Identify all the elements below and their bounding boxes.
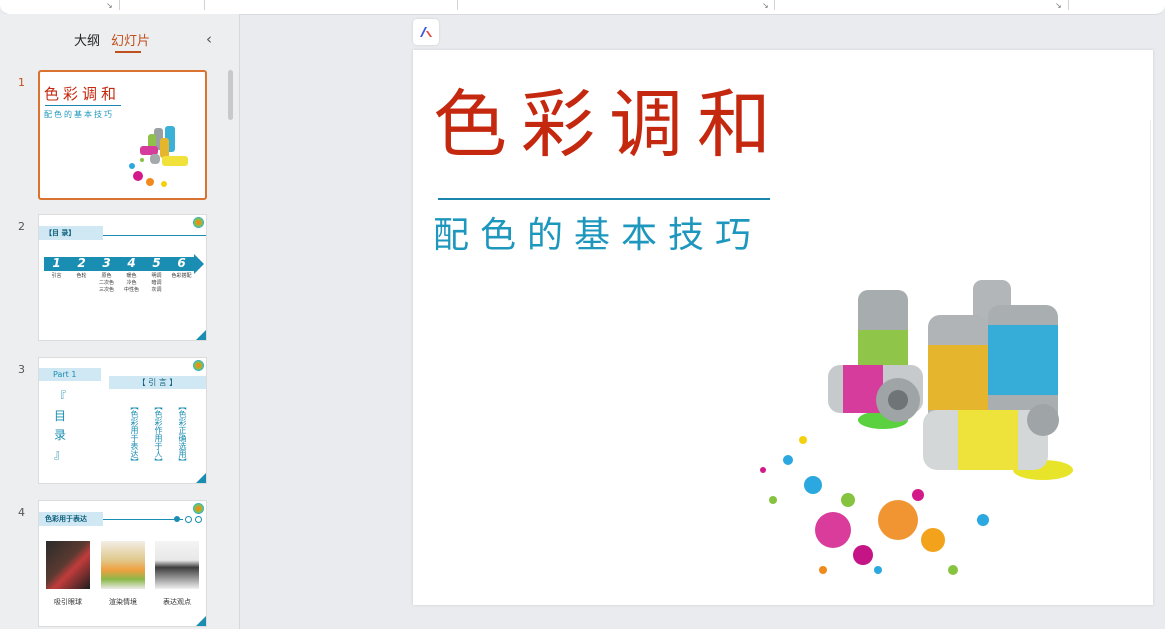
slide-number: 4	[18, 506, 25, 519]
thumb-corner-triangle	[196, 616, 206, 626]
thumb-corner-decor	[193, 360, 204, 371]
slide-title[interactable]: 色彩调和	[433, 88, 785, 162]
ribbon-divider	[1068, 0, 1069, 10]
thumb-corner-triangle	[196, 473, 206, 483]
slide-number: 3	[18, 363, 25, 376]
ribbon-divider	[204, 0, 205, 10]
ribbon-divider	[774, 0, 775, 10]
canvas-edge-line	[1150, 120, 1151, 480]
thumb-step: 1	[52, 256, 61, 270]
thumb-photo-1	[46, 541, 90, 589]
thumb-header: 色彩用于表达	[45, 515, 87, 523]
thumb-toc-vertical: 『 目 录 』	[53, 388, 67, 464]
slide-thumbnail-panel: 大纲 幻灯片 ‹ 1 色彩调和 配色的基本技巧 2 【目 录】 1 2 3 4 …	[0, 14, 240, 629]
thumb-part-label: Part 1	[39, 368, 101, 381]
thumb-dot	[174, 516, 180, 522]
thumb-corner-triangle	[196, 330, 206, 340]
thumb-step: 3	[102, 256, 111, 270]
thumb-photo-3	[155, 541, 199, 589]
thumb-toc-char: 』	[53, 447, 66, 461]
slide-number: 1	[18, 76, 25, 89]
thumb-header-line	[103, 235, 206, 236]
slide-thumbnail-2[interactable]: 【目 录】 1 2 3 4 5 6 引言 色轮 原色 二次色 三次色 暖色 冷色…	[38, 214, 207, 341]
thumb-rule	[45, 105, 121, 106]
thumb-dot	[195, 516, 202, 523]
thumb-step: 2	[77, 256, 86, 270]
thumb-subtitle: 配色的基本技巧	[44, 110, 114, 119]
thumb-column: 【色彩作用于人】	[154, 402, 163, 466]
slide-thumbnail-3[interactable]: Part 1 【 引 言 】 『 目 录 』 【色彩用于表达】 【色彩作用于人】…	[38, 357, 207, 484]
slide-canvas[interactable]: 色彩调和 配色的基本技巧	[413, 50, 1153, 605]
thumb-step-arrow-head	[194, 254, 204, 274]
thumb-step-label: 引言	[51, 273, 62, 279]
tab-outline[interactable]: 大纲	[74, 30, 100, 49]
thumb-caption: 吸引眼球	[54, 598, 82, 606]
dialog-launcher-icon[interactable]: ↘	[106, 1, 113, 10]
thumb-caption: 表达观点	[163, 598, 191, 606]
active-tab-indicator	[115, 51, 141, 53]
ribbon-bottom-edge: ↘ ↘ ↘	[0, 0, 1165, 15]
thumb-step-label: 暖色 冷色 中性色	[123, 273, 139, 293]
tab-slides[interactable]: 幻灯片	[111, 30, 150, 49]
thumb-caption: 渲染情境	[109, 598, 137, 606]
dialog-launcher-icon[interactable]: ↘	[1055, 1, 1062, 10]
thumb-step-label: 原色 二次色 三次色	[98, 273, 114, 293]
thumb-title: 色彩调和	[44, 85, 121, 103]
thumb-toc-char: 目	[53, 409, 66, 423]
thumb-header: 【目 录】	[45, 229, 76, 237]
spray-cans-image	[129, 126, 188, 187]
thumb-dot	[185, 516, 192, 523]
thumb-column: 【色彩用于表达】	[130, 402, 139, 466]
thumb-step-label: 色彩搭配	[171, 273, 192, 279]
collapse-panel-icon[interactable]: ‹	[206, 30, 212, 48]
panel-scrollbar[interactable]	[228, 70, 233, 120]
thumb-corner-decor	[193, 217, 204, 228]
thumb-toc-char: 『	[53, 390, 66, 404]
dialog-launcher-icon[interactable]: ↘	[762, 1, 769, 10]
thumb-step-labels: 引言 色轮 原色 二次色 三次色 暖色 冷色 中性色 明调 暗调 灰调 色彩搭配	[44, 273, 194, 294]
thumb-step: 6	[177, 256, 186, 270]
slide-subtitle[interactable]: 配色的基本技巧	[433, 218, 762, 254]
slide-thumbnail-4[interactable]: 色彩用于表达 吸引眼球 渲染情境 表达观点	[38, 500, 207, 627]
ribbon-divider	[457, 0, 458, 10]
spray-cans-image[interactable]	[743, 270, 1103, 590]
ai-logo-icon	[420, 27, 432, 37]
slide-thumbnail-1[interactable]: 色彩调和 配色的基本技巧	[38, 70, 207, 200]
thumb-header-line	[103, 519, 183, 520]
thumb-steps: 1 2 3 4 5 6	[44, 256, 194, 270]
thumb-step-label: 明调 暗调 灰调	[151, 273, 162, 293]
spray-cans	[828, 280, 1059, 470]
thumb-banner: 【 引 言 】	[109, 376, 206, 389]
thumb-photo-2	[101, 541, 145, 589]
ribbon-divider	[119, 0, 120, 10]
thumb-step-label: 色轮	[76, 273, 87, 279]
title-divider-line	[438, 198, 770, 200]
thumb-step: 5	[152, 256, 161, 270]
ai-assistant-button[interactable]	[413, 19, 439, 45]
thumb-toc-char: 录	[53, 428, 66, 442]
thumb-corner-decor	[193, 503, 204, 514]
thumb-column: 【色彩正确选用】	[178, 402, 187, 466]
thumb-step: 4	[127, 256, 136, 270]
slide-number: 2	[18, 220, 25, 233]
